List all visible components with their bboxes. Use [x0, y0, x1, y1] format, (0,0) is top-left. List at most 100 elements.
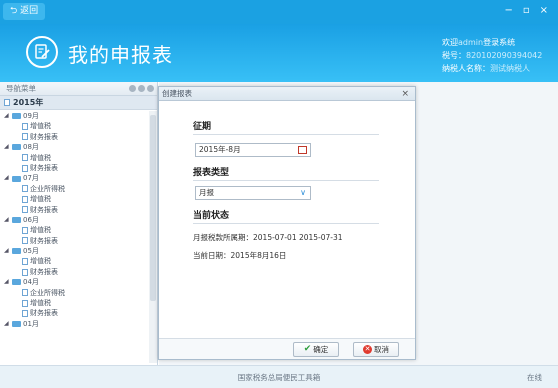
current-date: 当前日期：2015年8月16日: [193, 250, 286, 261]
refresh-icon[interactable]: [129, 85, 136, 92]
tree-report-node[interactable]: 财务报表: [0, 308, 148, 318]
tree-report-node[interactable]: 财务报表: [0, 267, 148, 277]
tree-node-label: 企业所得税: [30, 288, 65, 297]
tree-node-label: 05月: [23, 247, 39, 256]
tree-report-node[interactable]: 财务报表: [0, 132, 148, 142]
expand-icon[interactable]: ◢: [4, 277, 10, 287]
expand-icon[interactable]: ◢: [4, 173, 10, 183]
calendar-icon[interactable]: [298, 146, 307, 154]
create-report-dialog: 创建报表 × 征期 2015年-8月 报表类型 月报 ∨ 当前状态 月报税款所属…: [158, 86, 416, 360]
back-button[interactable]: ⮌ 返回: [3, 3, 46, 20]
tree-report-node[interactable]: 财务报表: [0, 236, 148, 246]
collapse-icon[interactable]: [147, 85, 154, 92]
divider: [193, 134, 379, 135]
document-icon: [22, 185, 28, 193]
tax-id: 820102090394042: [466, 51, 543, 60]
tree-month-node[interactable]: ◢ 09月: [0, 111, 148, 121]
sidebar: 导航菜单 2015年 ◢ 09月 增值税 财务报表 ◢ 08月 增值税 财务报表 ◢ 07月 企业所…: [0, 82, 158, 365]
tree-month-node[interactable]: ◢ 04月: [0, 277, 148, 287]
tree-month-node[interactable]: ◢ 01月: [0, 319, 148, 329]
document-icon: [22, 310, 28, 318]
dialog-title: 创建报表: [162, 89, 192, 98]
tree-node-label: 财务报表: [30, 132, 58, 141]
tree-report-node[interactable]: 企业所得税: [0, 288, 148, 298]
status-bar: 国家税务总局便民工具箱 在线: [0, 365, 558, 388]
report-type-select[interactable]: 月报 ∨: [195, 186, 311, 200]
tree-report-node[interactable]: 增值税: [0, 298, 148, 308]
current-date-value: 2015年8月16日: [230, 251, 287, 260]
tree-node-label: 增值税: [30, 195, 51, 204]
period-input[interactable]: 2015年-8月: [195, 143, 311, 157]
report-edit-icon: [26, 36, 58, 68]
tree-report-node[interactable]: 企业所得税: [0, 184, 148, 194]
document-icon: [22, 299, 28, 307]
scrollbar-thumb[interactable]: [150, 115, 156, 301]
period-value: 2015年-8月: [199, 145, 241, 154]
tree-node-label: 增值税: [30, 257, 51, 266]
tree-month-node[interactable]: ◢ 07月: [0, 173, 148, 183]
dialog-close-icon[interactable]: ×: [401, 87, 409, 101]
expand-icon[interactable]: ◢: [4, 246, 10, 256]
tree-node-label: 增值税: [30, 153, 51, 162]
year-node[interactable]: 2015年: [0, 96, 157, 110]
expand-icon[interactable]: ◢: [4, 111, 10, 121]
welcome-prefix: 欢迎: [442, 38, 458, 47]
dialog-footer: ✔ 确定 ✕ 取消: [159, 338, 415, 359]
user-info: 欢迎admin登录系统 税号：820102090394042 纳税人名称：测试纳…: [442, 36, 542, 75]
app-header: 我的申报表 欢迎admin登录系统 税号：820102090394042 纳税人…: [0, 24, 558, 82]
window-controls: − ▫ ×: [504, 5, 548, 16]
folder-icon: [12, 144, 21, 151]
current-date-label: 当前日期：: [193, 251, 231, 260]
tree-node-label: 04月: [23, 278, 39, 287]
period-range-label: 月报税款所属期：: [193, 233, 253, 242]
expand-icon[interactable]: ◢: [4, 319, 10, 329]
status-heading: 当前状态: [193, 211, 230, 221]
chevron-down-icon[interactable]: ∨: [300, 187, 306, 199]
tree-node-label: 财务报表: [30, 309, 58, 318]
close-button[interactable]: ×: [540, 5, 548, 16]
tree-report-node[interactable]: 增值税: [0, 121, 148, 131]
tree-node-label: 06月: [23, 215, 39, 224]
tree-report-node[interactable]: 财务报表: [0, 205, 148, 215]
dialog-body: 征期 2015年-8月 报表类型 月报 ∨ 当前状态 月报税款所属期：2015-…: [179, 101, 415, 337]
ok-button[interactable]: ✔ 确定: [293, 342, 339, 357]
expand-icon[interactable]: ◢: [4, 142, 10, 152]
tree-report-node[interactable]: 增值税: [0, 225, 148, 235]
tree-node-label: 财务报表: [30, 236, 58, 245]
year-label: 2015年: [13, 97, 44, 107]
cancel-button[interactable]: ✕ 取消: [353, 342, 399, 357]
tree-month-node[interactable]: ◢ 05月: [0, 246, 148, 256]
document-icon: [22, 195, 28, 203]
minimize-button[interactable]: −: [504, 5, 512, 16]
tree-month-node[interactable]: ◢ 08月: [0, 142, 148, 152]
welcome-suffix: 登录系统: [483, 38, 516, 47]
sidebar-scrollbar[interactable]: [149, 111, 157, 363]
document-icon: [22, 237, 28, 245]
ok-label: 确定: [313, 345, 329, 354]
tree-report-node[interactable]: 增值税: [0, 256, 148, 266]
folder-icon: [12, 113, 21, 120]
tree-node-label: 财务报表: [30, 205, 58, 214]
divider: [193, 223, 379, 224]
tree-month-node[interactable]: ◢ 06月: [0, 215, 148, 225]
document-icon: [22, 123, 28, 131]
period-range: 月报税款所属期：2015-07-01 2015-07-31: [193, 232, 343, 243]
tree-report-node[interactable]: 财务报表: [0, 163, 148, 173]
tree-report-node[interactable]: 增值税: [0, 194, 148, 204]
year-icon: [4, 99, 10, 106]
tree-report-node[interactable]: 增值税: [0, 153, 148, 163]
taxpayer-name: 测试纳税人: [490, 64, 530, 73]
divider: [193, 180, 379, 181]
tree-node-label: 08月: [23, 143, 39, 152]
tree-node-label: 财务报表: [30, 163, 58, 172]
document-icon: [22, 154, 28, 162]
settings-icon[interactable]: [138, 85, 145, 92]
folder-icon: [12, 321, 21, 327]
expand-icon[interactable]: ◢: [4, 215, 10, 225]
type-heading: 报表类型: [193, 168, 230, 178]
back-icon: ⮌: [10, 6, 21, 16]
title-bar: ⮌ 返回 − ▫ ×: [0, 0, 558, 24]
restore-button[interactable]: ▫: [523, 5, 530, 16]
sidebar-title: 导航菜单: [6, 84, 36, 93]
back-label: 返回: [20, 6, 39, 16]
